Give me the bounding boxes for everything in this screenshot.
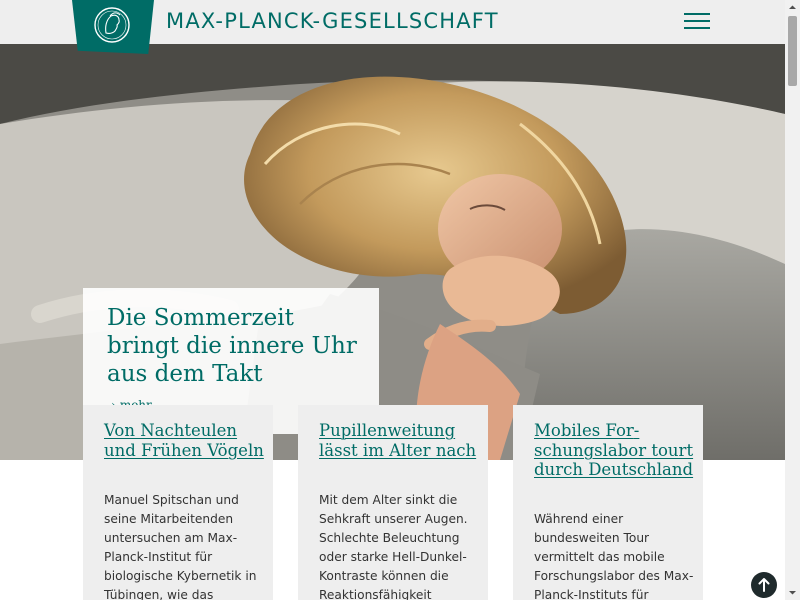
news-card: Von Nachteulen und Frühen Vögeln Manuel … — [83, 405, 273, 600]
news-card-title[interactable]: Von Nachteulen und Frühen Vögeln — [104, 421, 264, 460]
news-card-text: Während einer bundesweiten Tour vermitte… — [534, 512, 694, 600]
logo-link[interactable] — [72, 0, 154, 54]
scrollbar-thumb[interactable] — [788, 16, 797, 86]
menu-button[interactable] — [680, 8, 714, 36]
back-to-top-button[interactable] — [751, 572, 777, 598]
hamburger-line — [684, 27, 710, 29]
scroll-down-icon[interactable] — [785, 585, 800, 600]
page-scrollbar[interactable] — [785, 0, 800, 600]
news-card: Pupillenweitung lässt im Alter nach Mit … — [298, 405, 488, 600]
news-card-text: Manuel Spitschan und seine Mitarbeitende… — [104, 493, 257, 600]
minerva-logo-icon — [94, 7, 130, 43]
hamburger-menu-icon — [684, 13, 710, 15]
news-card: Mobiles For­schungslabor tourt durch Deu… — [513, 405, 703, 600]
hero-section: Die Sommerzeit bringt die innere Uhr aus… — [0, 44, 785, 460]
news-card-title[interactable]: Mobiles For­schungslabor tourt durch Deu… — [534, 421, 694, 480]
arrow-up-icon — [758, 578, 770, 592]
scroll-up-icon[interactable] — [785, 0, 800, 15]
site-title[interactable]: MAX-PLANCK-GESELLSCHAFT — [166, 9, 499, 33]
news-card-text: Mit dem Alter sinkt die Sehkraft unserer… — [319, 493, 468, 600]
hero-title[interactable]: Die Sommerzeit bringt die innere Uhr aus… — [107, 304, 367, 388]
news-card-title[interactable]: Pupillenweitung lässt im Alter nach — [319, 421, 479, 460]
hamburger-line — [684, 20, 710, 22]
